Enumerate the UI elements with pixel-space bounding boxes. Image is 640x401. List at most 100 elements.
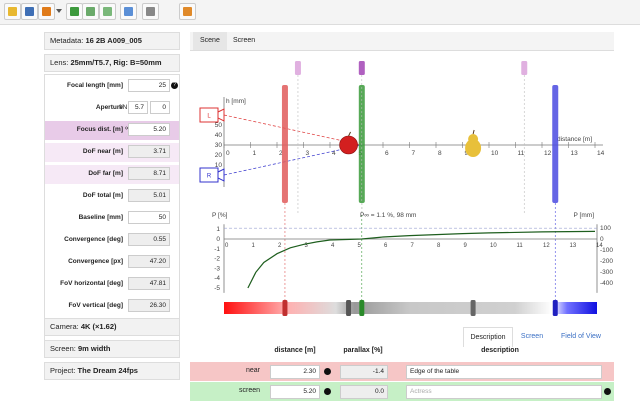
focus-distance-input[interactable]: 5.20 [128,123,170,136]
far-marker[interactable] [552,85,559,203]
distance-tick-label: 13 [571,150,579,157]
help-icon[interactable] [324,388,331,395]
parallax-mm-tick-label: 100 [600,225,611,232]
project-label: Project: [50,366,76,375]
parallax-tick-label: 0 [216,236,220,243]
help-icon[interactable] [324,368,331,375]
param-value: 5.01 [128,189,170,202]
parallax-value: -1.4 [340,365,388,379]
apple-body [339,135,358,155]
table-row: screen 5.20 0.0 Actress [190,382,614,401]
description-input[interactable]: Actress [406,385,602,399]
parallax-x-tick-label: 12 [543,243,550,249]
camera-header[interactable]: Camera: 4K (×1.62) [44,318,180,336]
pear-top [468,134,479,144]
parallax-x-tick-label: 4 [331,243,335,249]
parallax-x-tick-label: 11 [517,243,524,249]
lens-header[interactable]: Lens: 25mm/T5.7, Rig: B=50mm [44,54,180,72]
distance-tick-label: 12 [544,150,552,157]
tab-desc-screen[interactable]: Screen [513,327,551,347]
distance-tick-label: 10 [491,150,499,157]
near-marker[interactable] [281,85,288,203]
screen-header[interactable]: Screen: 9m width [44,340,180,358]
parallax-x-tick-label: 9 [464,243,468,249]
param-label: Convergence [px] [68,258,123,265]
save-button[interactable] [21,3,38,20]
google-button[interactable] [66,3,83,20]
camera-r[interactable]: R [199,167,225,183]
param-row: DoF near [m] 3.71 [45,143,179,162]
tab-field-of-view[interactable]: Field of View [553,327,609,347]
project-header[interactable]: Project: The Dream 24fps [44,362,180,380]
aperture-extra-input[interactable]: 0 [150,101,170,114]
parallax-mm-label: P [mm] [574,212,595,219]
col-description: description [481,347,519,354]
apple-icon[interactable] [339,131,358,155]
parallax-tick-label: -1 [214,246,220,253]
distance-input[interactable]: 5.20 [270,385,320,399]
table-row: near 2.30 -1.4 Edge of the table [190,362,614,381]
gradient-marker[interactable] [552,300,558,316]
grid-button[interactable] [179,3,196,20]
move-button[interactable] [120,3,137,20]
param-row: FoV vertical [deg] 26.30 [45,297,179,316]
tab-screen[interactable]: Screen [226,32,262,50]
parallax-tick-label: -4 [214,275,220,282]
distance-input[interactable]: 2.30 [270,365,320,379]
distance-tick-label: 0 [226,150,230,157]
open-folder-button[interactable] [4,3,21,20]
camera-label: R [207,174,212,180]
toolbar [0,0,640,25]
param-label: DoF near [m] [82,148,123,155]
help-icon[interactable] [604,388,611,395]
open-folder-icon [8,7,17,16]
aperture-input[interactable]: 5.7 [128,101,148,114]
dof-handle[interactable] [358,61,365,75]
row-name: screen [238,387,260,394]
description-input[interactable]: Edge of the table [406,365,602,379]
param-row: Convergence [deg] 0.55 [45,231,179,250]
param-label: Baseline [mm] [78,214,123,221]
camera-button[interactable] [142,3,159,20]
clock-button[interactable] [38,3,55,20]
dof-handle[interactable] [521,61,528,75]
height-axis-label: h [mm] [226,98,246,105]
camera-icon [146,7,155,16]
param-value: 47.81 [128,277,170,290]
param-value: 8.71 [128,167,170,180]
help-icon[interactable]: ? [171,82,178,89]
param-value[interactable]: 25 [128,79,170,92]
scene-chart[interactable]: 01234567891011121314distance [m]h [mm]60… [190,55,614,320]
chevron-down-icon[interactable] [56,9,62,13]
upload-button[interactable] [82,3,99,20]
gradient-marker[interactable] [470,300,476,316]
pear-icon[interactable] [465,129,482,157]
camera-lens-icon [217,168,225,182]
gradient-marker[interactable] [359,300,365,316]
camera-lens-icon [217,108,225,122]
param-row: Focus dist. [m]∞5.20 [45,121,179,140]
dof-handle[interactable] [294,61,301,75]
parallax-tick-label: -2 [214,256,220,263]
gradient-marker[interactable] [282,300,288,316]
landscape-button[interactable] [99,3,116,20]
parallax-curve [247,230,596,289]
screen-label: Screen: [50,344,76,353]
gradient-marker[interactable] [346,300,352,316]
tab-scene[interactable]: Scene [193,32,227,50]
parallax-tick-label: -3 [214,265,220,272]
row-name: near [245,367,260,374]
height-tick-label: 50 [215,122,223,129]
param-label: DoF total [m] [82,192,123,199]
tab-description[interactable]: Description [463,327,513,347]
height-tick-label: 30 [215,142,223,149]
apple-stem [348,131,351,137]
distance-tick-label: 1 [253,150,257,157]
camera-value: 4K (×1.62) [80,322,117,331]
infinity-label: P∞ = 1.1 %, 98 mm [360,212,416,219]
param-value[interactable]: 50 [128,211,170,224]
metadata-header[interactable]: Metadata: 16 2B A009_005 [44,32,180,50]
camera-l[interactable]: L [199,107,225,123]
parallax-x-tick-label: 8 [437,243,441,249]
grid-icon [183,7,192,16]
